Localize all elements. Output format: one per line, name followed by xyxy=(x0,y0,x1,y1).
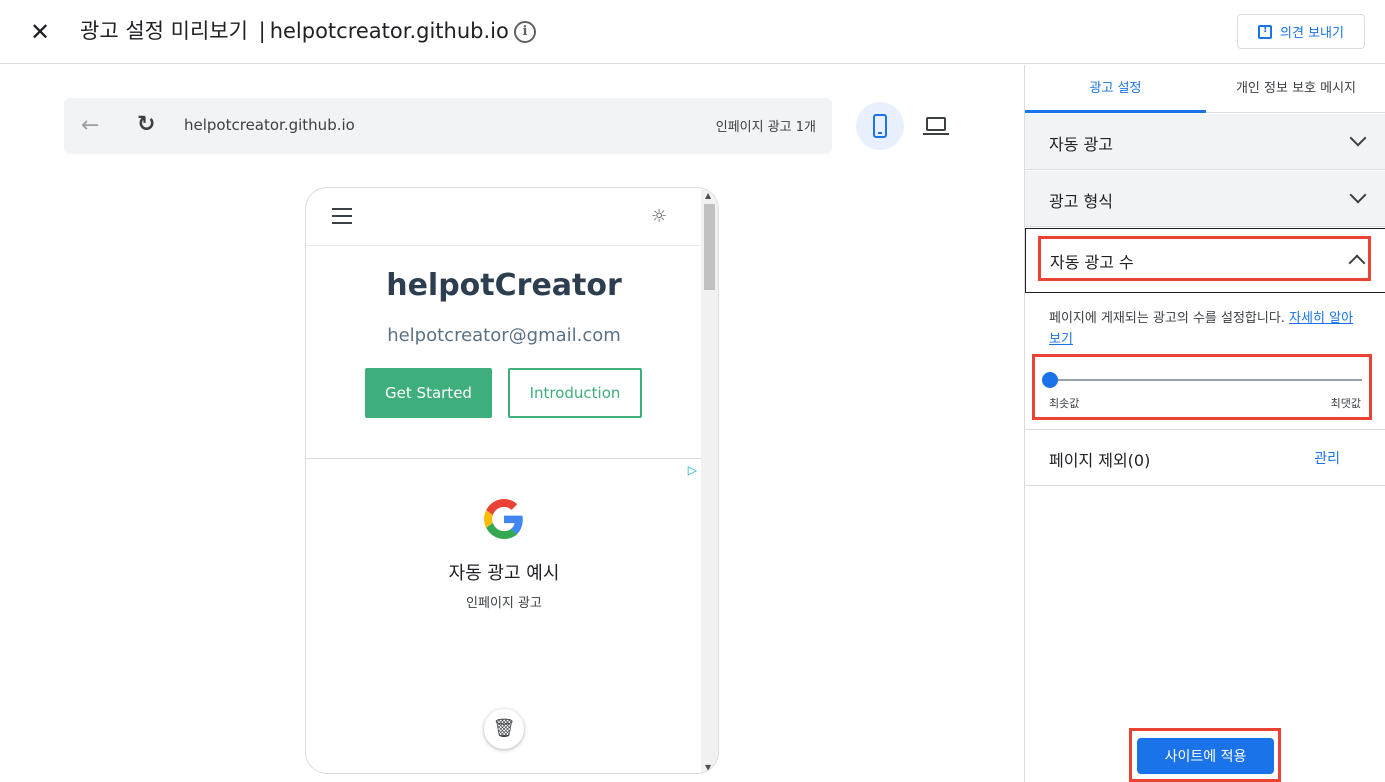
site-header: ☼ xyxy=(306,188,702,246)
page-title: 광고 설정 미리보기 | helpotcreator.github.io xyxy=(80,16,509,46)
trash-icon[interactable]: 🗑 xyxy=(484,709,524,749)
highlight-box xyxy=(1038,236,1371,281)
ad-formats-label: 광고 형식 xyxy=(1049,192,1113,211)
settings-tabs: 광고 설정 개인 정보 보호 메시지 xyxy=(1025,65,1385,113)
introduction-button[interactable]: Introduction xyxy=(508,368,642,418)
in-page-ad: ▷ 자동 광고 예시 인페이지 광고 🗑 xyxy=(306,458,702,773)
scroll-down-icon[interactable]: ▼ xyxy=(705,763,711,772)
scroll-up-icon[interactable]: ▲ xyxy=(705,191,711,200)
ad-subtitle: 인페이지 광고 xyxy=(466,596,542,611)
mobile-preview-frame: ☼ helpotCreator helpotcreator@gmail.com … xyxy=(305,187,719,774)
scroll-thumb[interactable] xyxy=(704,204,715,290)
chevron-down-icon xyxy=(1349,129,1367,147)
ad-formats-section[interactable]: 광고 형식 xyxy=(1025,171,1385,227)
title-text: 광고 설정 미리보기 xyxy=(80,19,248,43)
title-domain: helpotcreator.github.io xyxy=(269,19,509,43)
highlight-box xyxy=(1032,354,1372,420)
manage-link[interactable]: 관리 xyxy=(1314,448,1340,468)
tab-privacy-messages[interactable]: 개인 정보 보호 메시지 xyxy=(1206,65,1385,113)
preview-url-bar: ← ↻ helpotcreator.github.io 인페이지 광고 1개 xyxy=(64,98,832,154)
title-separator: | xyxy=(258,19,266,43)
laptop-icon xyxy=(926,117,946,131)
desktop-view-button[interactable] xyxy=(922,113,950,139)
page-exclusions-row: 페이지 제외(0) 관리 xyxy=(1025,429,1385,486)
ad-title: 자동 광고 예시 xyxy=(448,563,560,584)
get-started-button[interactable]: Get Started xyxy=(365,368,492,418)
site-name: helpotCreator xyxy=(386,268,622,303)
mobile-view-button[interactable] xyxy=(856,102,904,150)
back-arrow-icon[interactable]: ← xyxy=(81,112,99,140)
sun-icon[interactable]: ☼ xyxy=(651,206,667,227)
ad-load-description: 페이지에 게재되는 광고의 수를 설정합니다. 자세히 알아보기 xyxy=(1049,311,1354,347)
auto-ads-label: 자동 광고 xyxy=(1049,135,1113,154)
preview-area: ← ↻ helpotcreator.github.io 인페이지 광고 1개 ☼… xyxy=(0,65,1024,782)
auto-ads-section[interactable]: 자동 광고 xyxy=(1025,114,1385,170)
feedback-button[interactable]: 의견 보내기 xyxy=(1237,14,1365,49)
feedback-label: 의견 보내기 xyxy=(1280,26,1344,41)
google-logo xyxy=(484,499,523,539)
page-exclusions-label: 페이지 제외(0) xyxy=(1049,451,1151,470)
settings-panel: 광고 설정 개인 정보 보호 메시지 자동 광고 광고 형식 자동 광고 수 페… xyxy=(1024,65,1385,782)
top-bar: ✕ 광고 설정 미리보기 | helpotcreator.github.io i … xyxy=(0,0,1385,64)
reload-icon[interactable]: ↻ xyxy=(137,111,155,139)
tab-ad-settings[interactable]: 광고 설정 xyxy=(1025,65,1206,113)
mobile-icon xyxy=(873,114,887,138)
preview-scrollbar[interactable]: ▲ ▼ xyxy=(701,188,718,773)
close-icon: ✕ xyxy=(29,18,51,46)
ad-count-label: 인페이지 광고 1개 xyxy=(715,120,816,135)
preview-url: helpotcreator.github.io xyxy=(184,116,355,134)
chevron-down-icon xyxy=(1349,186,1367,204)
highlight-box xyxy=(1129,728,1281,782)
info-icon[interactable]: i xyxy=(514,21,536,43)
close-button[interactable]: ✕ xyxy=(26,18,54,46)
menu-icon[interactable] xyxy=(332,208,352,224)
adchoices-icon[interactable]: ▷ xyxy=(688,463,697,477)
site-email: helpotcreator@gmail.com xyxy=(387,325,621,346)
feedback-icon xyxy=(1258,24,1273,39)
